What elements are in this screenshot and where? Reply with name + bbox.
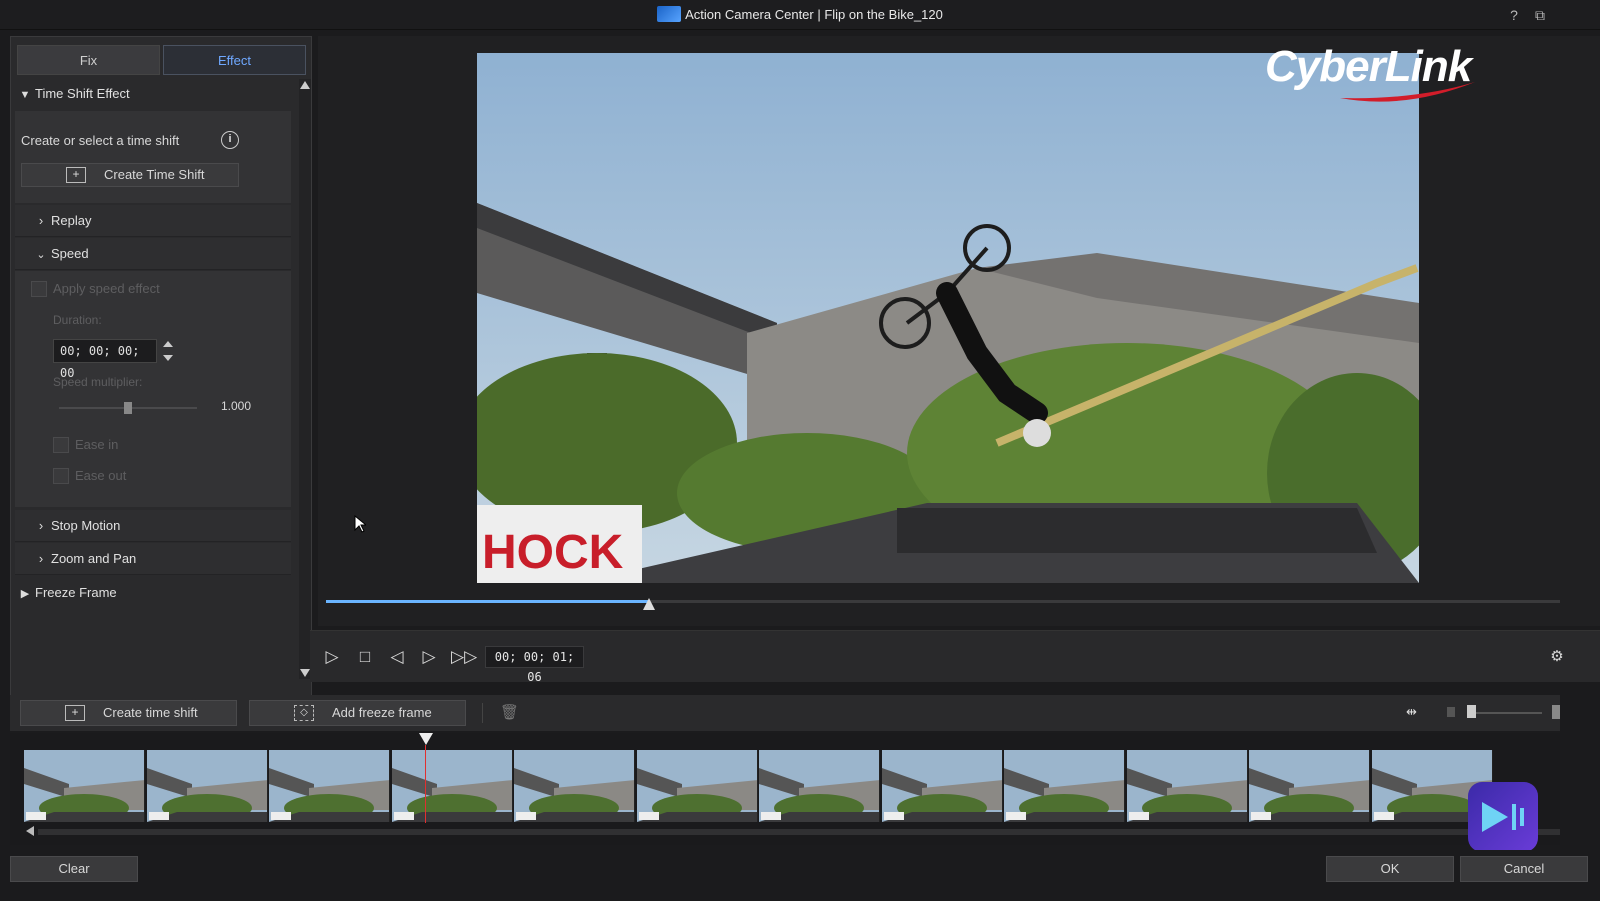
tab-effect[interactable]: Effect [163,45,306,75]
cancel-button[interactable]: Cancel [1460,856,1588,882]
zoom-pan-header[interactable]: › Zoom and Pan [15,543,291,575]
freeze-frame-header[interactable]: ▶ Freeze Frame [15,578,291,608]
filmstrip-frame[interactable] [269,750,390,822]
zoom-pan-label: Zoom and Pan [51,551,137,566]
stop-motion-header[interactable]: › Stop Motion [15,510,291,542]
filmstrip-frame[interactable] [636,750,758,822]
speed-group: Apply speed effect Duration: 00; 00; 00;… [15,271,291,507]
apply-speed-label: Apply speed effect [53,281,160,296]
speed-multiplier-label: Speed multiplier: [53,375,143,389]
effects-panel: Fix Effect ▼ Time Shift Effect Create or … [10,36,312,698]
add-time-shift-icon: + [65,705,85,721]
next-frame-icon[interactable]: ▷ [418,646,440,668]
collapse-triangle-icon: ▼ [19,89,31,101]
speed-header[interactable]: ⌄ Speed [15,238,291,270]
ok-button[interactable]: OK [1326,856,1454,882]
timeline-scrollbar[interactable] [38,829,1560,835]
filmstrip-frame[interactable] [1126,750,1248,822]
stop-icon[interactable]: □ [354,646,376,668]
window-title-text: Action Camera Center | Flip on the Bike_… [685,7,943,22]
clear-button[interactable]: Clear [10,856,138,882]
freeze-frame-icon: ◇ [294,705,314,721]
playhead-thumb[interactable] [419,733,433,745]
ease-in-label: Ease in [75,437,119,452]
apply-speed-checkbox[interactable] [31,281,47,297]
chevron-down-icon: ⌄ [36,249,46,261]
add-freeze-frame-label: Add freeze frame [332,705,432,720]
replay-label: Replay [51,213,92,228]
expand-triangle-icon: ▶ [20,588,30,600]
help-icon[interactable]: ? [1505,6,1523,24]
scroll-down-icon[interactable] [300,669,310,677]
duration-decrement-icon[interactable] [163,355,173,361]
window-title: Action Camera Center | Flip on the Bike_… [0,6,1600,22]
banner-text: HOCK [482,526,624,579]
tab-fix[interactable]: Fix [17,45,160,75]
zoom-slider-track[interactable] [1470,712,1542,714]
cyberlink-swoosh-icon [1340,82,1475,102]
ease-out-label: Ease out [75,468,127,483]
replay-header[interactable]: › Replay [15,205,291,237]
seek-progress-fill [326,600,649,603]
time-shift-effect-label: Time Shift Effect [35,86,130,101]
duration-increment-icon[interactable] [163,341,173,347]
timecode-display[interactable]: 00; 00; 01; 06 [485,646,584,684]
chevron-right-icon: › [38,551,44,566]
ease-out-checkbox[interactable] [53,468,69,484]
app-logo-icon [657,6,682,22]
fast-forward-icon[interactable]: ▷▷ [451,646,477,668]
freeze-frame-label: Freeze Frame [35,585,117,600]
restore-window-icon[interactable]: ⧉ [1531,6,1549,24]
create-time-shift-timeline-label: Create time shift [103,705,198,720]
time-shift-effect-header[interactable]: ▼ Time Shift Effect [15,79,291,109]
add-time-shift-icon: + [66,167,86,183]
duration-label: Duration: [53,313,102,327]
timeline-toolbar: + Create time shift ◇ Add freeze frame 🗑… [10,695,1560,731]
speed-label: Speed [51,246,89,261]
video-frame-image: HOCK [477,53,1419,583]
settings-gear-icon[interactable]: ⚙ [1546,646,1568,668]
zoom-slider-thumb[interactable] [1467,705,1476,718]
filmstrip-frame[interactable] [881,750,1003,822]
filmstrip-frame[interactable] [1249,750,1370,822]
filmstrip-frame[interactable] [24,750,145,822]
zoom-out-icon[interactable] [1447,707,1455,717]
create-time-shift-button[interactable]: + Create Time Shift [21,163,239,187]
add-freeze-frame-button[interactable]: ◇ Add freeze frame [249,700,466,726]
scroll-left-icon[interactable] [26,826,34,836]
time-shift-prompt: Create or select a time shift [21,133,180,148]
speed-multiplier-value: 1.000 [221,399,252,413]
speed-multiplier-thumb[interactable] [124,402,132,414]
ease-in-checkbox[interactable] [53,437,69,453]
filmstrip-frame[interactable] [391,750,513,822]
scroll-up-icon[interactable] [300,81,310,89]
playhead-line [425,745,426,823]
mouse-cursor-icon [354,515,366,533]
footer-bar: Clear OK Cancel [0,850,1600,901]
fit-timeline-icon[interactable]: ⇹ [1406,704,1417,720]
panel-scrollbar[interactable] [299,79,311,679]
powerdirector-logo-icon [1468,782,1538,852]
filmstrip-frame[interactable] [759,750,880,822]
info-icon[interactable]: i [221,131,239,149]
seek-thumb[interactable] [643,598,655,610]
toolbar-divider [482,703,483,723]
duration-field[interactable]: 00; 00; 00; 00 [53,339,157,380]
time-shift-group: Create or select a time shift i + Create… [15,111,291,203]
filmstrip-frame[interactable] [514,750,635,822]
create-time-shift-label: Create Time Shift [104,167,205,182]
filmstrip-frame[interactable] [146,750,268,822]
zoom-in-icon[interactable] [1552,705,1560,719]
stop-motion-label: Stop Motion [51,518,121,533]
trash-icon[interactable]: 🗑 [500,703,519,721]
title-bar: Action Camera Center | Flip on the Bike_… [0,0,1600,30]
chevron-right-icon: › [38,518,44,533]
create-time-shift-timeline-button[interactable]: + Create time shift [20,700,237,726]
powerdirector-mark-icon [1482,802,1524,832]
chevron-right-icon: › [38,213,44,228]
play-icon[interactable]: ▷ [321,646,343,668]
previous-frame-icon[interactable]: ◁ [386,646,408,668]
video-preview[interactable]: HOCK [477,53,1419,583]
filmstrip-frame[interactable] [1004,750,1125,822]
